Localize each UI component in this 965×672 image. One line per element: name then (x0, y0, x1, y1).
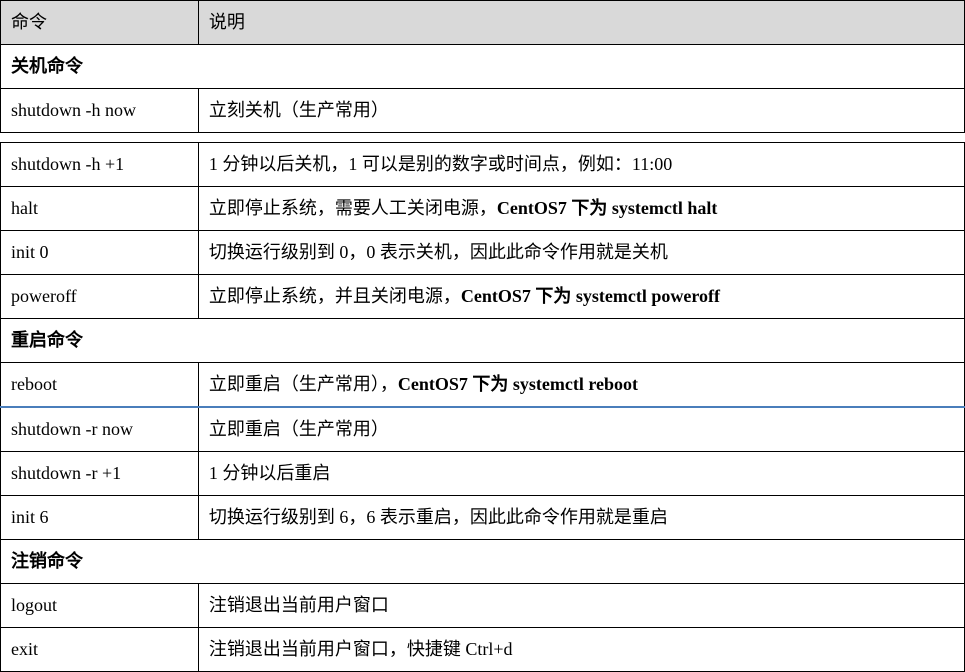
section-header-row: 关机命令 (1, 45, 965, 89)
table-row: init 6切换运行级别到 6，6 表示重启，因此此命令作用就是重启 (1, 496, 965, 540)
command-table: 命令 说明 关机命令shutdown -h now立刻关机（生产常用）shutd… (0, 0, 965, 672)
table-row: shutdown -h now立刻关机（生产常用） (1, 89, 965, 133)
command-cell: init 6 (1, 496, 199, 540)
section-header-row: 注销命令 (1, 540, 965, 584)
table-row: logout注销退出当前用户窗口 (1, 584, 965, 628)
description-cell: 切换运行级别到 6，6 表示重启，因此此命令作用就是重启 (198, 496, 964, 540)
command-cell: exit (1, 628, 199, 672)
section-title: 注销命令 (1, 540, 965, 584)
table-row: exit注销退出当前用户窗口，快捷键 Ctrl+d (1, 628, 965, 672)
description-cell: 立刻关机（生产常用） (198, 89, 964, 133)
description-cell: 注销退出当前用户窗口 (198, 584, 964, 628)
description-cell: 注销退出当前用户窗口，快捷键 Ctrl+d (198, 628, 964, 672)
command-cell: poweroff (1, 275, 199, 319)
description-cell: 立即重启（生产常用） (198, 407, 964, 452)
command-cell: halt (1, 187, 199, 231)
table-row: shutdown -r now立即重启（生产常用） (1, 407, 965, 452)
command-cell: init 0 (1, 231, 199, 275)
table-row: shutdown -r +11 分钟以后重启 (1, 452, 965, 496)
section-header-row: 重启命令 (1, 319, 965, 363)
table-row: shutdown -h +11 分钟以后关机，1 可以是别的数字或时间点，例如：… (1, 143, 965, 187)
table-row: halt立即停止系统，需要人工关闭电源，CentOS7 下为 systemctl… (1, 187, 965, 231)
description-cell: 立即停止系统，并且关闭电源，CentOS7 下为 systemctl power… (198, 275, 964, 319)
command-cell: reboot (1, 363, 199, 408)
header-command: 命令 (1, 1, 199, 45)
section-title: 关机命令 (1, 45, 965, 89)
command-cell: shutdown -h +1 (1, 143, 199, 187)
table-header-row: 命令 说明 (1, 1, 965, 45)
description-cell: 切换运行级别到 0，0 表示关机，因此此命令作用就是关机 (198, 231, 964, 275)
table-row: reboot立即重启（生产常用），CentOS7 下为 systemctl re… (1, 363, 965, 408)
command-cell: shutdown -h now (1, 89, 199, 133)
description-cell: 立即重启（生产常用），CentOS7 下为 systemctl reboot (198, 363, 964, 408)
table-gap (1, 133, 965, 143)
description-cell: 立即停止系统，需要人工关闭电源，CentOS7 下为 systemctl hal… (198, 187, 964, 231)
description-cell: 1 分钟以后重启 (198, 452, 964, 496)
table-row: init 0切换运行级别到 0，0 表示关机，因此此命令作用就是关机 (1, 231, 965, 275)
description-cell: 1 分钟以后关机，1 可以是别的数字或时间点，例如：11:00 (198, 143, 964, 187)
table-row: poweroff立即停止系统，并且关闭电源，CentOS7 下为 systemc… (1, 275, 965, 319)
header-description: 说明 (198, 1, 964, 45)
section-title: 重启命令 (1, 319, 965, 363)
command-cell: logout (1, 584, 199, 628)
command-cell: shutdown -r now (1, 407, 199, 452)
command-cell: shutdown -r +1 (1, 452, 199, 496)
